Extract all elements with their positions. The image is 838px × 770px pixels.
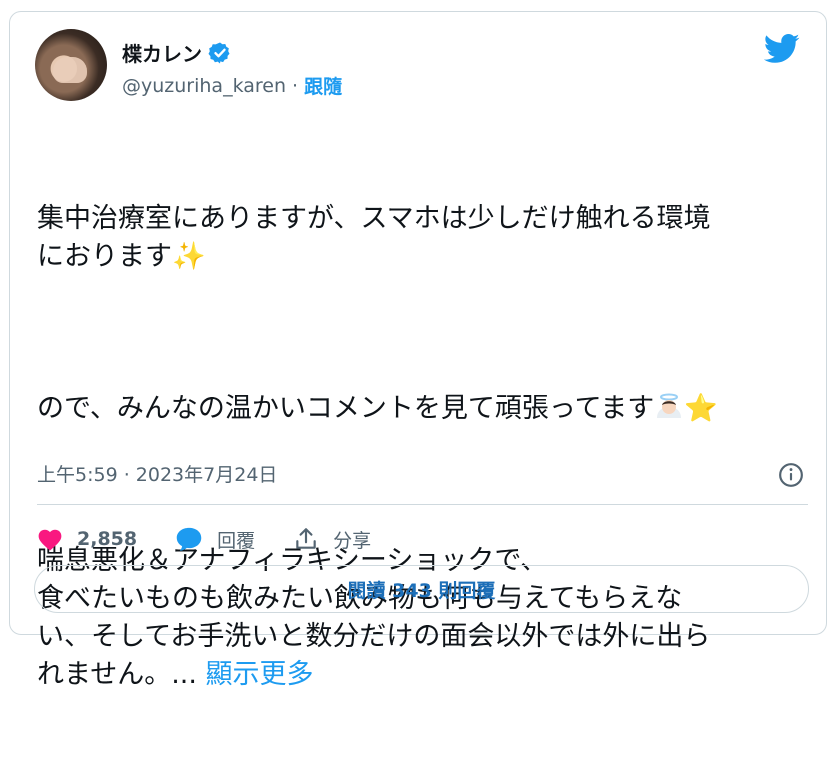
verified-badge-icon	[208, 42, 230, 63]
share-button[interactable]: 分享	[293, 526, 371, 553]
twitter-bird-icon[interactable]	[764, 34, 800, 64]
author-display-name[interactable]: 楪カレン	[122, 38, 202, 67]
tweet-line: い、そしてお手洗いと数分だけの面会以外では外に出ら	[37, 621, 711, 652]
reply-label: 回覆	[217, 529, 256, 552]
tweet-line: におります	[37, 241, 172, 272]
share-icon	[296, 528, 316, 549]
tweet-paragraph-1: 集中治療室にありますが、スマホは少しだけ触れる環境 におります✨	[37, 200, 807, 276]
info-icon[interactable]	[778, 462, 804, 488]
author-handle-row: @yuzuriha_karen · 跟隨	[122, 72, 342, 99]
read-replies-button[interactable]: 閱讀 343 則回覆	[34, 565, 809, 613]
author-handle[interactable]: @yuzuriha_karen	[122, 75, 286, 97]
show-more-link[interactable]: 顯示更多	[206, 659, 314, 690]
like-count: 2,858	[77, 528, 138, 550]
follow-link[interactable]: 跟隨	[304, 72, 342, 99]
angel-icon	[654, 392, 684, 422]
reply-bubble-icon	[176, 527, 202, 551]
tweet-text: 集中治療室にありますが、スマホは少しだけ触れる環境 におります✨ ので、みんなの…	[37, 124, 807, 770]
tweet-line: 集中治療室にありますが、スマホは少しだけ触れる環境	[37, 203, 711, 234]
reply-button[interactable]: 回覆	[175, 526, 255, 553]
avatar-hand	[53, 57, 87, 83]
tweet-card: 楪カレン @yuzuriha_karen · 跟隨 集中治療室にありますが、スマ…	[9, 11, 827, 690]
tweet-line: ので、みんなの温かいコメントを見て頑張ってます	[37, 393, 655, 424]
handle-separator: ·	[292, 74, 299, 97]
share-label: 分享	[333, 529, 372, 552]
sparkles-icon: ✨	[172, 241, 206, 272]
like-button[interactable]: 2,858	[37, 527, 137, 551]
tweet-timestamp[interactable]: 上午5:59 · 2023年7月24日	[37, 460, 277, 487]
star-icon: ⭐	[684, 393, 718, 424]
divider	[37, 504, 808, 505]
tweet-line: れません。...	[37, 659, 197, 690]
action-bar: 2,858 回覆 分享	[37, 521, 409, 557]
avatar[interactable]	[35, 29, 107, 101]
heart-icon	[38, 529, 62, 551]
author-name-row: 楪カレン	[122, 38, 232, 67]
read-replies-label: 閱讀 343 則回覆	[347, 579, 496, 602]
tweet-paragraph-2: ので、みんなの温かいコメントを見て頑張ってます ⭐	[37, 390, 807, 428]
